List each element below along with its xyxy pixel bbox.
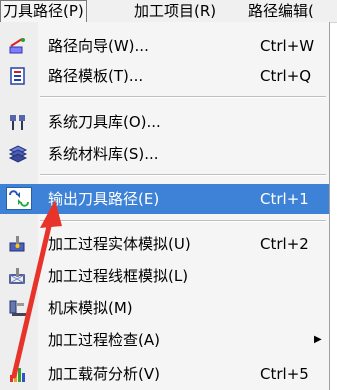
menu-item-label: 系统刀具库(O)... [48, 113, 161, 131]
menu-item-shortcut: Ctrl+Q [260, 67, 312, 85]
machine-simulation-icon [8, 299, 28, 317]
menu-item-load-analysis[interactable]: 加工载荷分析(V) Ctrl+5 [0, 360, 329, 388]
menu-item-path-wizard[interactable]: 路径向导(W)... Ctrl+W [0, 32, 329, 60]
tool-library-icon [8, 113, 28, 131]
menu-item-machine-simulation[interactable]: 机床模拟(M) [0, 294, 329, 322]
material-library-icon [8, 145, 28, 163]
menu-item-shortcut: Ctrl+1 [260, 190, 309, 208]
menu-item-solid-simulation[interactable]: 加工过程实体模拟(U) Ctrl+2 [0, 230, 329, 258]
menu-item-label: 加工过程检查(A) [48, 331, 160, 349]
menu-item-output-toolpath[interactable]: 输出刀具路径(E) Ctrl+1 [0, 184, 329, 214]
menu-toolpath[interactable]: 刀具路径(P) [0, 0, 87, 23]
wireframe-simulation-icon [8, 267, 28, 285]
menu-item-system-tool-library[interactable]: 系统刀具库(O)... [0, 108, 329, 136]
submenu-arrow-icon: ▶ [314, 334, 322, 345]
menu-item-path-template[interactable]: 路径模板(T)... Ctrl+Q [0, 62, 329, 90]
path-template-icon [8, 67, 28, 85]
menu-item-label: 路径模板(T)... [48, 67, 144, 85]
menu-item-system-material-library[interactable]: 系统材料库(S)... [0, 140, 329, 168]
menu-machining-project[interactable]: 加工项目(R) [132, 0, 218, 22]
menu-item-label: 路径向导(W)... [48, 37, 149, 55]
menu-bar: 刀具路径(P) 加工项目(R) 路径编辑( [0, 0, 337, 23]
menu-item-label: 系统材料库(S)... [48, 145, 159, 163]
menu-item-label: 加工载荷分析(V) [48, 365, 160, 383]
menu-separator [40, 220, 326, 222]
menu-item-wireframe-simulation[interactable]: 加工过程线框模拟(L) [0, 262, 329, 290]
menu-item-shortcut: Ctrl+5 [260, 365, 309, 383]
path-wizard-icon [8, 37, 28, 55]
menu-separator [40, 96, 326, 98]
menu-item-label: 机床模拟(M) [48, 299, 133, 317]
load-analysis-icon [8, 365, 28, 383]
menu-item-process-check[interactable]: 加工过程检查(A) ▶ [0, 326, 329, 354]
menu-item-label: 加工过程线框模拟(L) [48, 267, 189, 285]
menu-item-label: 加工过程实体模拟(U) [48, 235, 191, 253]
solid-simulation-icon [8, 235, 28, 253]
menu-item-label: 输出刀具路径(E) [48, 190, 160, 208]
process-check-icon [8, 331, 28, 349]
output-toolpath-icon [6, 187, 32, 210]
menu-separator [40, 174, 326, 176]
menu-item-shortcut: Ctrl+2 [260, 235, 309, 253]
menu-path-edit[interactable]: 路径编辑( [246, 0, 316, 22]
menu-item-shortcut: Ctrl+W [260, 37, 315, 55]
